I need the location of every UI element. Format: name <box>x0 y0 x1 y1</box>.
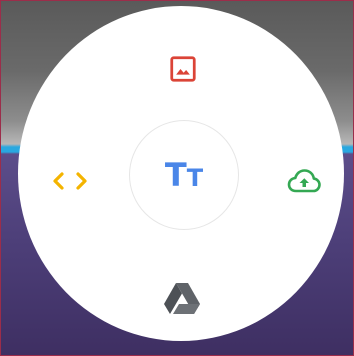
upload-button[interactable] <box>284 164 324 198</box>
text-format-letter-large: T <box>164 156 187 194</box>
screenshot-frame: T T <box>0 0 354 356</box>
cloud-upload-icon <box>287 167 321 195</box>
text-format-icon: T T <box>130 121 238 229</box>
insert-image-button[interactable] <box>166 52 200 86</box>
insert-code-button[interactable] <box>48 166 92 196</box>
google-drive-icon <box>163 281 201 315</box>
radial-insert-menu: T T <box>18 6 344 341</box>
code-icon <box>50 169 90 193</box>
google-drive-button[interactable] <box>160 278 204 318</box>
text-format-letter-small: T <box>186 164 204 192</box>
text-format-button[interactable]: T T <box>129 120 239 230</box>
image-icon <box>168 54 198 84</box>
